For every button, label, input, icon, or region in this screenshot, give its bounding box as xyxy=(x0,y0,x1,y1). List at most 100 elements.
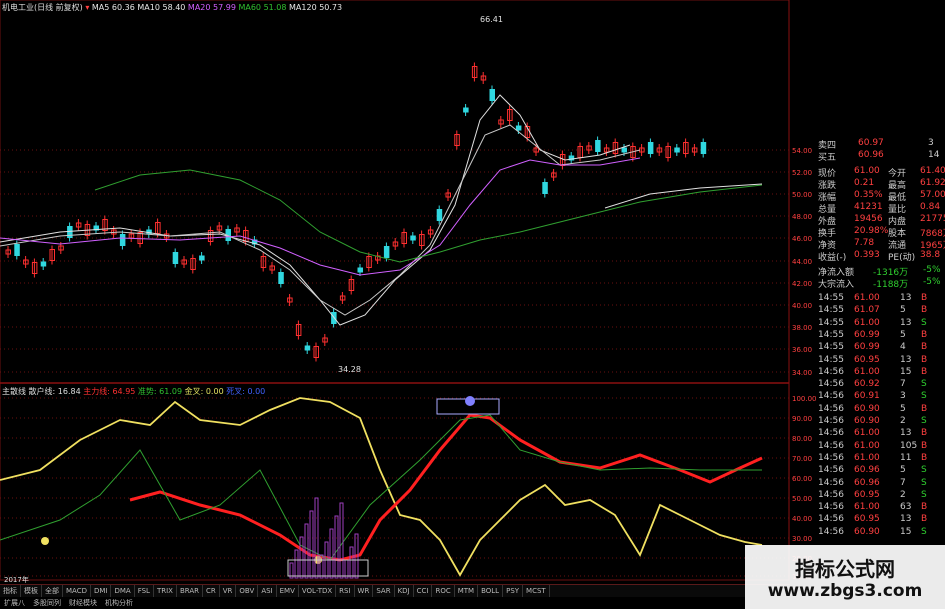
flow-pct: -5% xyxy=(923,277,941,287)
price-chart[interactable]: 54.00 52.00 50.00 48.00 46.00 44.00 42.00 40.00… xyxy=(0,0,945,609)
tick-price: 61.00 xyxy=(854,428,880,439)
tab-mtm[interactable]: MTM xyxy=(455,585,479,597)
tick-volume: 15 xyxy=(900,366,912,377)
quote-value: 20.98% xyxy=(854,226,889,236)
tab-vr[interactable]: VR xyxy=(220,585,237,597)
tab-cci[interactable]: CCI xyxy=(414,585,433,597)
tick-side: B xyxy=(921,403,928,414)
tick-volume: 7 xyxy=(900,379,906,390)
tick-side: B xyxy=(921,329,928,340)
stock-chart-window: 54.00 52.00 50.00 48.00 46.00 44.00 42.00 40.00… xyxy=(0,0,945,609)
candle xyxy=(383,246,390,258)
indicator-header: 主散线 散户线: 16.84 主力线: 64.95 准势: 61.09 金叉: … xyxy=(2,386,265,397)
tab-指标[interactable]: 指标 xyxy=(0,585,21,597)
tick-time: 14:56 xyxy=(818,452,844,463)
flow-value: -1188万 xyxy=(873,280,909,290)
tick-time: 14:56 xyxy=(818,489,844,500)
candle xyxy=(436,209,443,221)
tick-price: 61.07 xyxy=(854,305,880,316)
ma20-label: MA20 57.99 xyxy=(187,3,236,12)
tab-rsi[interactable]: RSI xyxy=(336,585,355,597)
tab-asi[interactable]: ASI xyxy=(258,585,277,597)
tab-vol-tdx[interactable]: VOL-TDX xyxy=(299,585,337,597)
tab-brar[interactable]: BRAR xyxy=(177,585,203,597)
tab-trix[interactable]: TRIX xyxy=(154,585,177,597)
tick-volume: 13 xyxy=(900,354,912,365)
tick-side: B xyxy=(921,305,928,316)
quote-value: 61.92 xyxy=(920,178,945,188)
tick-price: 60.99 xyxy=(854,342,880,353)
bottom-tab[interactable]: 扩展八 xyxy=(0,597,29,609)
tab-obv[interactable]: OBV xyxy=(236,585,259,597)
tick-volume: 13 xyxy=(900,293,912,303)
tick-time: 14:56 xyxy=(818,465,844,476)
ma120-label: MA120 50.73 xyxy=(289,3,343,12)
candle xyxy=(595,140,601,152)
candle xyxy=(463,107,469,113)
tab-dmi[interactable]: DMI xyxy=(91,585,112,597)
tick-side: B xyxy=(921,514,928,525)
tab-mcst[interactable]: MCST xyxy=(523,585,550,597)
candle xyxy=(14,244,20,256)
tab-全部[interactable]: 全部 xyxy=(42,585,63,597)
price-axis-label: 40.00 xyxy=(792,302,812,310)
quote-value: 57.00 xyxy=(920,190,945,200)
tick-side: S xyxy=(921,489,927,500)
price-axis-label: 46.00 xyxy=(792,235,812,243)
tab-psy[interactable]: PSY xyxy=(503,585,524,597)
tick-side: S xyxy=(921,465,927,476)
order-volume: 14 xyxy=(928,150,940,160)
tick-price: 60.95 xyxy=(854,354,880,365)
signal-icon[interactable] xyxy=(465,396,475,406)
tick-time: 14:55 xyxy=(818,317,844,328)
tab-emv[interactable]: EMV xyxy=(277,585,299,597)
price-axis-label: 36.00 xyxy=(792,346,812,354)
tab-dma[interactable]: DMA xyxy=(111,585,135,597)
indicator-axis-label: 50.00 xyxy=(792,495,812,503)
quote-value: 21775 xyxy=(920,214,945,224)
tick-time: 14:55 xyxy=(818,329,844,340)
stock-title: 机电工业(日线 前复权) xyxy=(2,3,83,12)
volume-bar xyxy=(299,536,304,579)
candle xyxy=(515,125,522,131)
tick-side: S xyxy=(921,317,927,328)
indicator-name[interactable]: 主散线 散户线: 16.84 xyxy=(2,387,81,396)
bottom-tab[interactable]: 财经模块 xyxy=(65,597,101,609)
tab-模板[interactable]: 模板 xyxy=(21,585,42,597)
quote-value: 61.40 xyxy=(920,166,945,176)
tick-time: 14:56 xyxy=(818,477,844,488)
tab-cr[interactable]: CR xyxy=(203,585,220,597)
candle xyxy=(357,267,363,273)
tab-boll[interactable]: BOLL xyxy=(478,585,504,597)
gold-cross-icon[interactable] xyxy=(41,537,49,545)
tab-wr[interactable]: WR xyxy=(355,585,374,597)
order-price: 60.96 xyxy=(858,150,884,160)
date-label: 2017年 xyxy=(4,575,29,584)
tick-side: B xyxy=(921,366,928,377)
tick-time: 14:56 xyxy=(818,391,844,402)
chart-header: 机电工业(日线 前复权) ▾ MA5 60.36 MA10 58.40 MA20… xyxy=(2,2,342,13)
tab-fsl[interactable]: FSL xyxy=(135,585,154,597)
tick-price: 60.90 xyxy=(854,403,880,414)
tick-volume: 13 xyxy=(900,428,912,439)
tab-macd[interactable]: MACD xyxy=(63,585,91,597)
tab-sar[interactable]: SAR xyxy=(373,585,395,597)
candle xyxy=(278,272,284,284)
ma-toggle-icon[interactable]: ▾ xyxy=(85,3,89,12)
golden-cross-label: 金叉: 0.00 xyxy=(184,387,224,396)
trend-label: 准势: 61.09 xyxy=(137,387,183,396)
ma10-label: MA10 58.40 xyxy=(137,3,186,12)
tick-side: B xyxy=(921,293,928,303)
bottom-tab[interactable]: 机构分析 xyxy=(101,597,137,609)
ma5-label: MA5 60.36 xyxy=(91,3,135,12)
tab-roc[interactable]: ROC xyxy=(432,585,455,597)
quote-value: 0.21 xyxy=(854,178,875,188)
bottom-tab[interactable]: 多股同列 xyxy=(29,597,65,609)
quote-value: 0.393 xyxy=(854,250,880,260)
tab-kdj[interactable]: KDJ xyxy=(395,585,414,597)
tick-price: 60.91 xyxy=(854,391,880,402)
tick-price: 61.00 xyxy=(854,502,880,513)
price-axis-label: 50.00 xyxy=(792,191,812,199)
price-axis-label: 34.00 xyxy=(792,369,812,377)
order-level-label: 买五 xyxy=(818,153,837,163)
